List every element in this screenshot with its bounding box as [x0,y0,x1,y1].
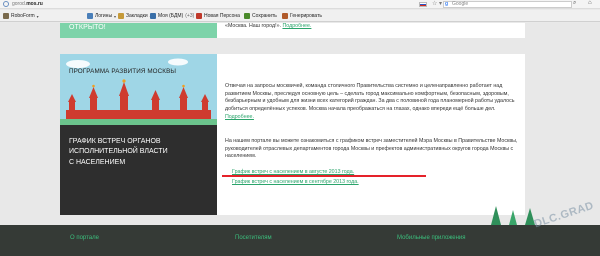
program-title: ПРОГРАММА РАЗВИТИЯ МОСКВЫ [69,68,177,75]
roboform-icon [3,13,9,19]
schedule-text: На нашем портале вы можете ознакомиться … [225,138,519,161]
page-content: ОТКРЫТО! «Москва. Наш город!». Подробнее… [0,23,600,256]
open-more-link[interactable]: Подробнее. [282,23,311,29]
bookmark-label: Закладки [126,13,148,19]
mail-icon [150,13,156,19]
open-text: «Москва. Наш город!». Подробнее. [225,23,519,31]
chevron-down-icon: ▾ [36,13,39,19]
star-icon[interactable]: ☆ ▾ [432,0,442,7]
open-banner[interactable]: ОТКРЫТО! [60,23,217,38]
bookmarks-icon [118,13,124,19]
footer-about-link[interactable]: О портале [70,235,99,241]
save-icon [244,13,250,19]
schedule-banner[interactable]: ГРАФИК ВСТРЕЧ ОРГАНОВ ИСПОЛНИТЕЛЬНОЙ ВЛА… [60,125,217,215]
home-icon[interactable]: ⌂ [588,0,592,6]
bookmark-logins[interactable]: Логины ▾ [87,12,116,20]
schedule-description: На нашем портале вы можете ознакомиться … [225,138,518,160]
program-more-link[interactable]: Подробнее. [225,114,254,120]
persona-icon [196,13,202,19]
chevron-down-icon: ▾ [114,13,117,19]
footer: О портале Посетителям Мобильные приложен… [0,225,600,256]
unread-count: (+3) [185,13,195,19]
program-text: Отвечая на запросы москвичей, команда ст… [225,83,519,122]
open-title: ОТКРЫТО! [69,24,106,31]
schedule-links: График встреч с населением в августе 201… [232,167,359,187]
bookmark-label: Логины [95,13,113,19]
schedule-title: ГРАФИК ВСТРЕЧ ОРГАНОВ ИСПОЛНИТЕЛЬНОЙ ВЛА… [69,138,168,166]
bookmark-mail[interactable]: Моя (БДМ) (+3) [150,12,194,20]
open-description: «Москва. Наш город!». [225,23,281,29]
google-icon: g [445,1,449,7]
bookmark-new-persona[interactable]: Новая Персона [196,12,240,20]
search-icon[interactable]: ⌕ [573,0,576,7]
address-bar: gorod.mos.ru ☆ ▾ g Google ⌕ ⌂ [0,0,600,9]
bookmark-roboform[interactable]: RoboForm ▾ [3,12,39,20]
schedule-september-link[interactable]: График встреч с населением в сентябре 20… [232,179,359,185]
bookmark-label: Новая Персона [204,13,240,19]
footer-visitors-link[interactable]: Посетителям [235,235,272,241]
schedule-card: ГРАФИК ВСТРЕЧ ОРГАНОВ ИСПОЛНИТЕЛЬНОЙ ВЛА… [60,125,525,215]
bookmark-bookmarks[interactable]: Закладки ▾ [118,12,152,20]
globe-icon [3,1,9,7]
highlight-underline [222,175,426,177]
bookmark-generate[interactable]: Генерировать [282,12,322,20]
bookmark-label: Сохранить [252,13,277,19]
bookmark-label: Моя (БДМ) [158,13,184,19]
google-search-input[interactable]: g Google [443,1,572,8]
footer-mobile-apps-link[interactable]: Мобильные приложения [397,235,466,241]
program-description: Отвечая на запросы москвичей, команда ст… [225,83,515,113]
bookmark-label: Генерировать [290,13,322,19]
url-field[interactable]: gorod.mos.ru [12,1,43,7]
bookmark-label: RoboForm [11,13,35,19]
generate-icon [282,13,288,19]
bookmark-save[interactable]: Сохранить [244,12,277,20]
bookmarks-toolbar: RoboForm ▾ Логины ▾ Закладки ▾ Моя (БДМ)… [0,10,600,22]
russia-flag-icon[interactable] [419,2,427,7]
logins-icon [87,13,93,19]
open-card: ОТКРЫТО! «Москва. Наш город!». Подробнее… [60,23,525,38]
